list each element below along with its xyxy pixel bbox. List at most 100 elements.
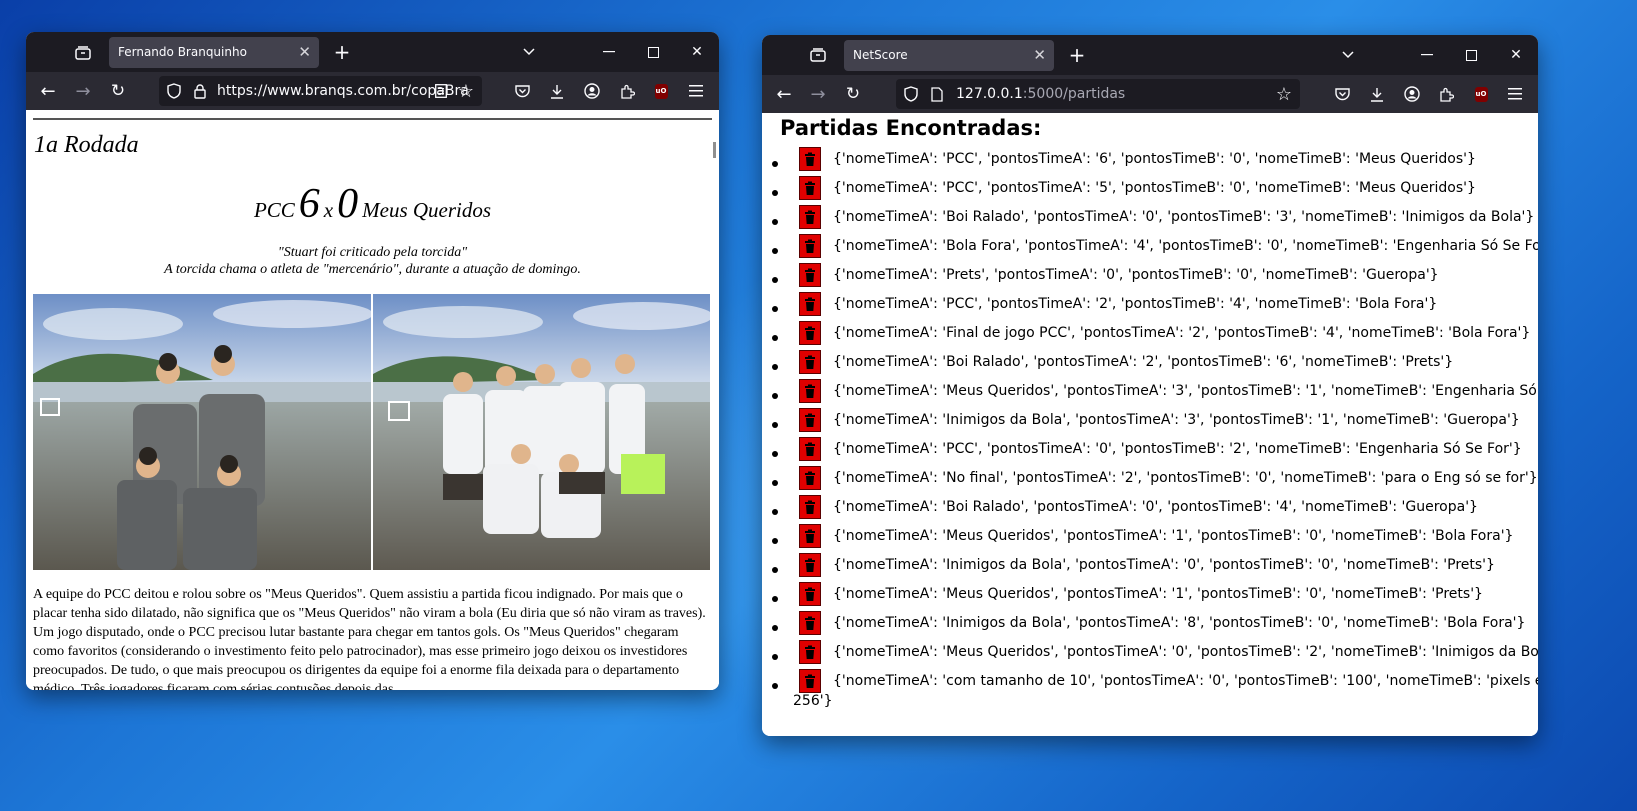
trash-icon [804,413,816,428]
list-bullet [772,161,778,167]
trash-icon [804,616,816,631]
shield-icon[interactable] [901,84,921,104]
tab-active[interactable]: NetScore ✕ [844,40,1054,71]
match-text: {'nomeTimeA': 'Inimigos da Bola', 'ponto… [833,557,1495,573]
pocket-icon[interactable] [1332,84,1352,104]
ublock-origin-icon[interactable]: uO [651,81,671,101]
list-bullet [772,277,778,283]
list-bullet [772,683,778,689]
delete-match-button[interactable] [799,640,821,664]
pocket-icon[interactable] [512,81,532,101]
delete-match-button[interactable] [799,234,821,258]
delete-match-button[interactable] [799,553,821,577]
download-icon[interactable] [1367,84,1387,104]
delete-match-button[interactable] [799,205,821,229]
match-text: {'nomeTimeA': 'PCC', 'pontosTimeA': '0',… [833,441,1522,457]
match-text: {'nomeTimeA': 'PCC', 'pontosTimeA': '5',… [833,180,1476,196]
trash-icon [804,297,816,312]
lock-icon[interactable] [190,81,210,101]
tab-title: Fernando Branquinho [118,45,247,59]
delete-match-button[interactable] [799,437,821,461]
new-tab-icon[interactable]: + [331,40,353,64]
delete-match-button[interactable] [799,321,821,345]
delete-match-button[interactable] [799,669,821,693]
trash-icon [804,587,816,602]
team-photo-pcc [373,294,710,570]
reload-icon[interactable]: ↻ [108,81,128,101]
delete-match-button[interactable] [799,466,821,490]
trash-icon [804,355,816,370]
forward-icon[interactable]: → [808,84,828,105]
list-bullet [772,480,778,486]
tab-active[interactable]: Fernando Branquinho ✕ [109,37,319,68]
bookmark-star-icon[interactable]: ☆ [456,81,476,102]
close-tab-icon[interactable]: ✕ [298,37,311,68]
trash-icon [804,268,816,283]
tab-overview-icon[interactable] [807,44,829,66]
scrollbar-thumb[interactable] [713,142,716,158]
maximize-icon[interactable] [1460,44,1482,66]
trash-icon [804,384,816,399]
extensions-icon[interactable] [617,81,637,101]
list-bullet [772,422,778,428]
round-title: 1a Rodada [34,132,139,158]
minimize-icon[interactable] [1416,44,1438,66]
trash-icon [804,674,816,689]
maximize-icon[interactable] [642,41,664,63]
page-icon[interactable] [927,84,947,104]
page-content-right: Partidas Encontradas: {'nomeTimeA': 'PCC… [762,113,1538,736]
delete-match-button[interactable] [799,408,821,432]
menu-hamburger-icon[interactable] [1505,84,1525,104]
extensions-icon[interactable] [1436,84,1456,104]
tab-overview-icon[interactable] [72,42,94,64]
delete-match-button[interactable] [799,292,821,316]
browser-window-right: NetScore ✕ + ✕ ← → ↻ 127.0.0.1:5000/part… [762,35,1538,736]
ublock-badge: uO [654,83,668,99]
delete-match-button[interactable] [799,176,821,200]
close-tab-icon[interactable]: ✕ [1033,40,1046,71]
delete-match-button[interactable] [799,147,821,171]
account-icon[interactable] [1402,84,1422,104]
match-text: {'nomeTimeA': 'No final', 'pontosTimeA':… [833,470,1538,486]
list-bullet [772,364,778,370]
delete-match-button[interactable] [799,495,821,519]
minimize-icon[interactable] [598,41,620,63]
list-tabs-chevron-icon[interactable] [518,41,540,63]
close-window-icon[interactable]: ✕ [686,41,708,63]
back-icon[interactable]: ← [774,84,794,105]
quote: "Stuart foi criticado pela torcida" [277,245,468,260]
trash-icon [804,152,816,167]
match-text: {'nomeTimeA': 'Meus Queridos', 'pontosTi… [833,528,1514,544]
subtitle: A torcida chama o atleta de "mercenário"… [164,262,581,277]
reload-icon[interactable]: ↻ [843,84,863,104]
reader-view-icon[interactable] [431,81,451,101]
download-icon[interactable] [547,81,567,101]
menu-hamburger-icon[interactable] [686,81,706,101]
trash-icon [804,442,816,457]
account-icon[interactable] [582,81,602,101]
delete-match-button[interactable] [799,263,821,287]
team-photo-meus-queridos [33,294,371,570]
delete-match-button[interactable] [799,350,821,374]
new-tab-icon[interactable]: + [1066,43,1088,67]
delete-match-button[interactable] [799,379,821,403]
address-bar[interactable]: 127.0.0.1:5000/partidas [896,79,1300,109]
delete-match-button[interactable] [799,524,821,548]
back-icon[interactable]: ← [38,81,58,102]
list-bullet [772,190,778,196]
bookmark-star-icon[interactable]: ☆ [1274,84,1294,105]
trash-icon [804,471,816,486]
match-text: {'nomeTimeA': 'Bola Fora', 'pontosTimeA'… [833,238,1538,254]
shield-icon[interactable] [164,81,184,101]
goals-b: 0 [337,181,359,227]
match-text: {'nomeTimeA': 'Boi Ralado', 'pontosTimeA… [833,499,1478,515]
forward-icon[interactable]: → [73,81,93,102]
url-path: :5000/partidas [1022,86,1126,102]
list-bullet [772,654,778,660]
list-bullet [772,567,778,573]
close-window-icon[interactable]: ✕ [1505,44,1527,66]
ublock-origin-icon[interactable]: uO [1471,84,1491,104]
delete-match-button[interactable] [799,582,821,606]
list-tabs-chevron-icon[interactable] [1337,44,1359,66]
delete-match-button[interactable] [799,611,821,635]
